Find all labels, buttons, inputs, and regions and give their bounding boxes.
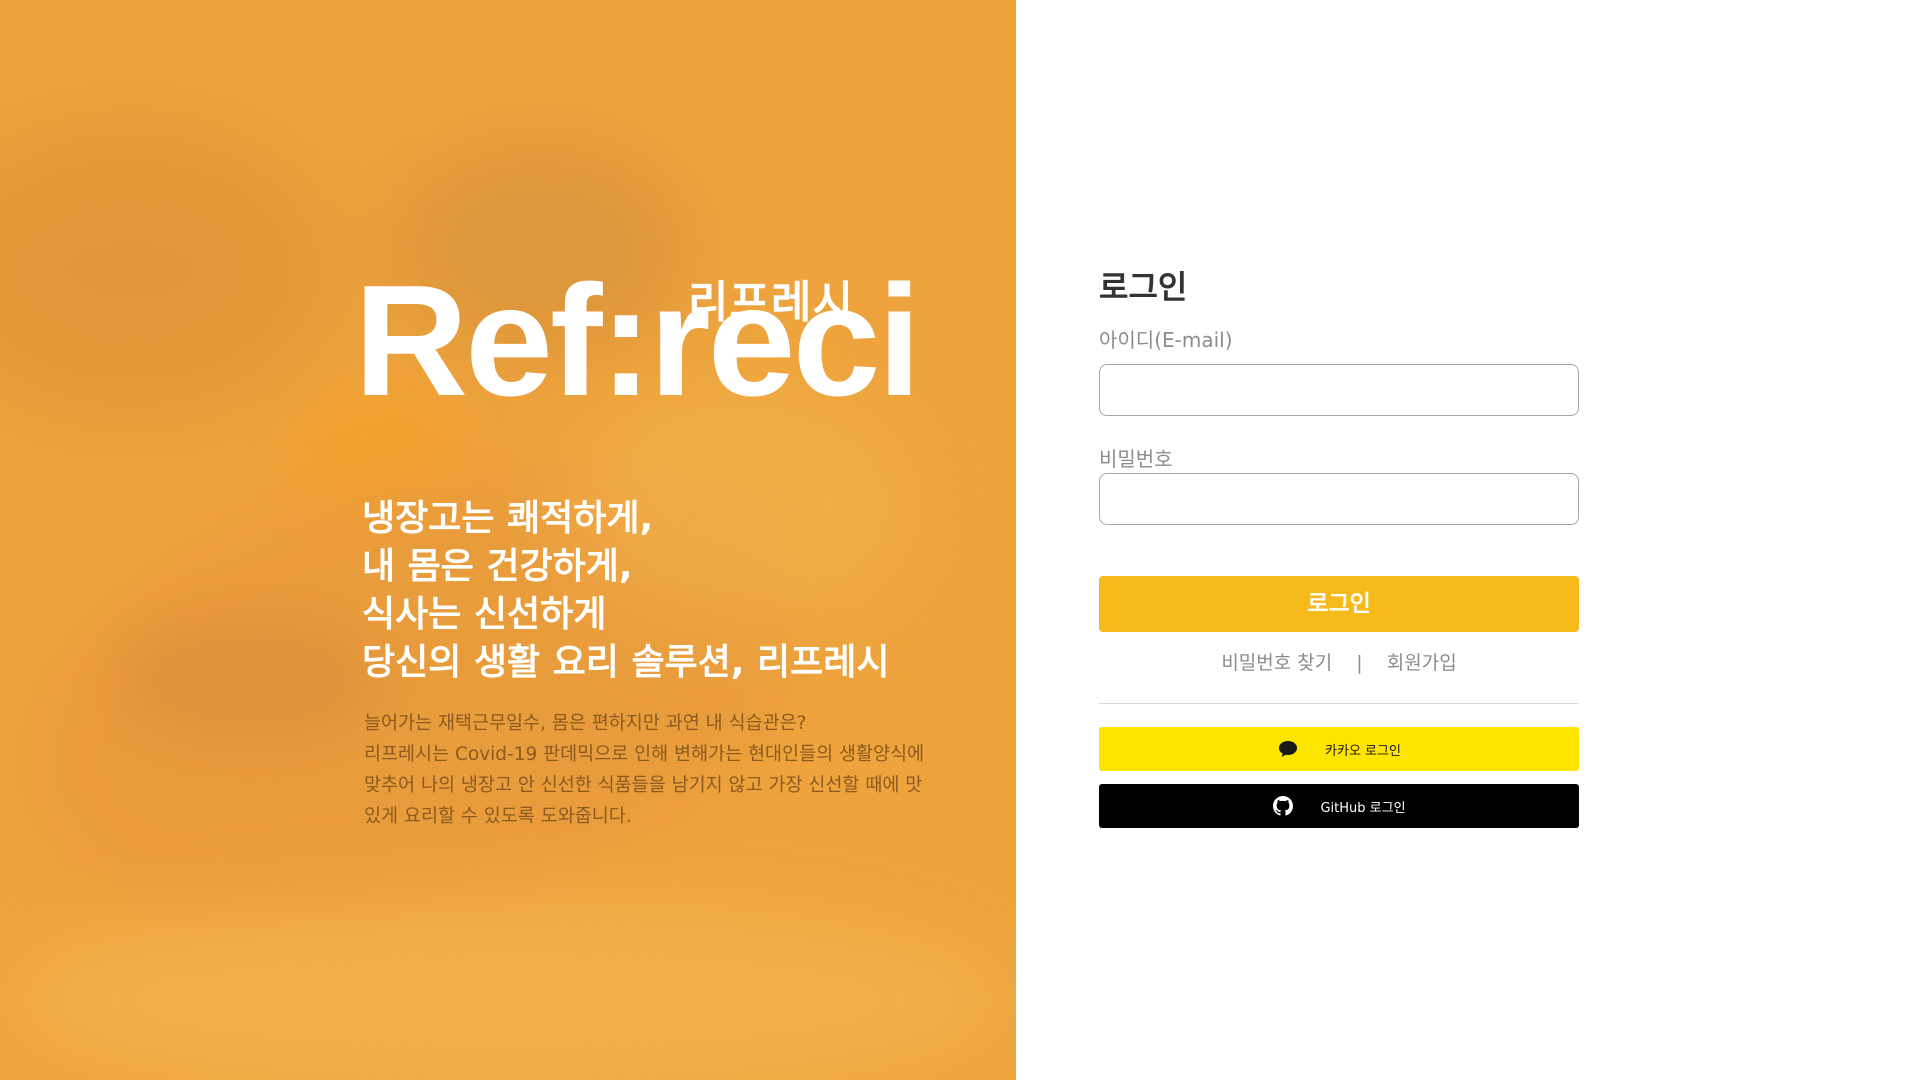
signup-link[interactable]: 회원가입 <box>1387 652 1457 674</box>
divider <box>1099 703 1579 704</box>
github-login-button[interactable]: GitHub 로그인 <box>1099 784 1579 828</box>
kakao-login-label: 카카오 로그인 <box>1325 743 1401 759</box>
slogan-line: 냉장고는 쾌적하게, <box>362 498 654 539</box>
slogan-line: 당신의 생활 요리 솔루션, 리프레시 <box>362 642 890 683</box>
slogan-line: 내 몸은 건강하게, <box>362 546 633 587</box>
password-label: 비밀번호 <box>1099 447 1173 471</box>
speech-bubble-icon <box>1277 738 1299 760</box>
description-line: 맞추어 나의 냉장고 안 신선한 식품들을 남기지 않고 가장 신선할 때에 맛 <box>364 775 923 796</box>
github-icon <box>1272 795 1294 817</box>
description-line: 리프레시는 Covid-19 판데믹으로 인해 변해가는 현대인들의 생활양식에 <box>364 744 925 765</box>
find-password-link[interactable]: 비밀번호 찾기 <box>1221 652 1332 674</box>
account-links: 비밀번호 찾기 | 회원가입 <box>1099 648 1579 675</box>
hero-panel: Ref:reci 리프레시 냉장고는 쾌적하게, 내 몸은 건강하게, 식사는 … <box>0 0 1016 1080</box>
slogan-line: 식사는 신선하게 <box>362 594 607 635</box>
description-line: 있게 요리할 수 있도록 도와줍니다. <box>364 806 632 827</box>
slogan: 냉장고는 쾌적하게, 내 몸은 건강하게, 식사는 신선하게 당신의 생활 요리… <box>362 495 982 687</box>
logo-korean: 리프레시 <box>688 277 854 328</box>
description-line: 늘어가는 재택근무일수, 몸은 편하지만 과연 내 식습관은? <box>364 713 807 734</box>
brand-logo: Ref:reci 리프레시 <box>354 262 954 422</box>
login-panel: 로그인 아이디(E-mail) 비밀번호 로그인 비밀번호 찾기 | 회원가입 … <box>1016 0 1920 1080</box>
description: 늘어가는 재택근무일수, 몸은 편하지만 과연 내 식습관은? 리프레시는 Co… <box>364 708 964 832</box>
github-login-label: GitHub 로그인 <box>1320 800 1406 816</box>
background-blur <box>0 120 340 420</box>
login-button[interactable]: 로그인 <box>1099 576 1579 632</box>
background-blur <box>120 620 380 740</box>
link-separator: | <box>1356 652 1363 674</box>
background-blur <box>0 900 1016 1080</box>
password-field[interactable] <box>1099 473 1579 525</box>
email-label: 아이디(E-mail) <box>1099 328 1233 352</box>
email-field[interactable] <box>1099 364 1579 416</box>
login-title: 로그인 <box>1099 268 1188 306</box>
kakao-login-button[interactable]: 카카오 로그인 <box>1099 727 1579 771</box>
